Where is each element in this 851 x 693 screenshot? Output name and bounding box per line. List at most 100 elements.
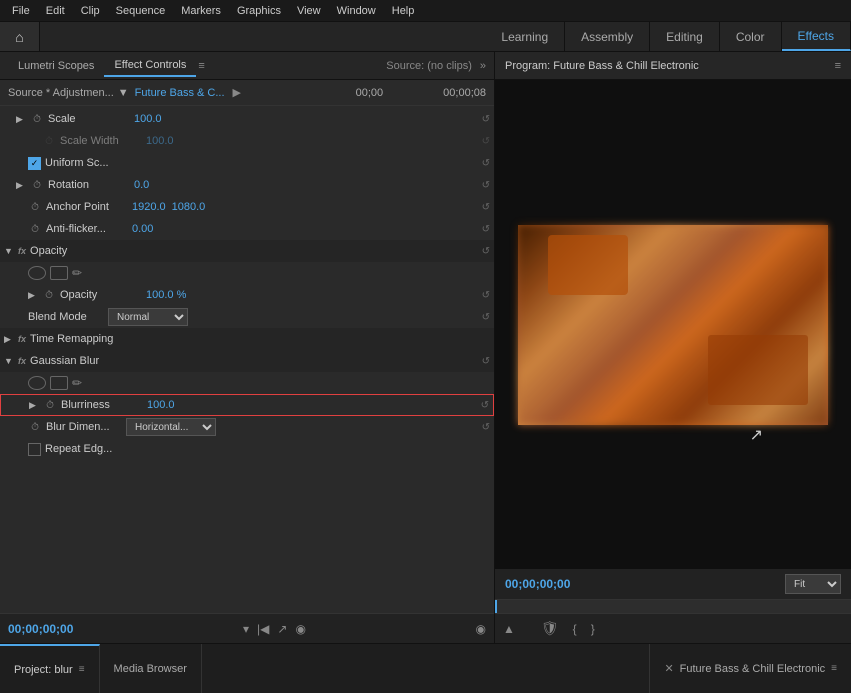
rotation-label: Rotation: [48, 179, 128, 191]
tab-learning[interactable]: Learning: [485, 22, 565, 51]
rect-mask-button[interactable]: [50, 266, 68, 280]
anti-flicker-row[interactable]: ⏱ Anti-flicker... 0.00 ↺: [0, 218, 494, 240]
opacity-value-expand-icon: ▶: [28, 290, 38, 301]
tab-effect-controls[interactable]: Effect Controls: [104, 55, 196, 77]
pen-tool-icon[interactable]: ✏: [72, 266, 82, 280]
tab-effects[interactable]: Effects: [782, 22, 851, 51]
menu-edit[interactable]: Edit: [38, 3, 73, 19]
anchor-stopwatch-icon[interactable]: ⏱: [28, 202, 42, 213]
time-remapping-section[interactable]: ▶ fx Time Remapping: [0, 328, 494, 350]
panel-menu-icon[interactable]: ≡: [198, 60, 204, 72]
menu-help[interactable]: Help: [384, 3, 423, 19]
repeat-edge-row[interactable]: Repeat Edg...: [0, 438, 494, 460]
blur-dimen-select[interactable]: Horizontal... Vertical Horizontal and Ve…: [126, 418, 216, 436]
menu-markers[interactable]: Markers: [173, 3, 229, 19]
export-icon[interactable]: ↗: [277, 622, 287, 636]
opacity-stopwatch-icon[interactable]: ⏱: [42, 290, 56, 301]
opacity-value-row[interactable]: ▶ ⏱ Opacity 100.0 % ↺: [0, 284, 494, 306]
scale-stopwatch-icon[interactable]: ⏱: [30, 114, 44, 125]
anchor-y-value[interactable]: 1080.0: [172, 201, 206, 213]
clip-name[interactable]: Future Bass & C...: [135, 87, 225, 99]
gaussian-blur-section[interactable]: ▼ fx Gaussian Blur ↺: [0, 350, 494, 372]
uniform-scale-checkbox[interactable]: ✓: [28, 157, 41, 170]
blurriness-row[interactable]: ▶ ⏱ Blurriness 100.0 ↺: [0, 394, 494, 416]
future-bass-menu-icon[interactable]: ≡: [831, 663, 837, 674]
menu-view[interactable]: View: [289, 3, 329, 19]
uniform-scale-row[interactable]: ✓ Uniform Sc... ↺: [0, 152, 494, 174]
tab-project-blur[interactable]: Project: blur ≡: [0, 644, 100, 693]
opacity-section-reset-icon[interactable]: ↺: [482, 246, 490, 257]
expand-panel-icon[interactable]: »: [480, 60, 486, 72]
blur-dimensions-row[interactable]: ⏱ Blur Dimen... Horizontal... Vertical H…: [0, 416, 494, 438]
scale-reset-icon[interactable]: ↺: [482, 114, 490, 125]
rotation-value[interactable]: 0.0: [134, 179, 149, 191]
in-point-icon[interactable]: ▲: [503, 622, 515, 636]
gaussian-blur-reset-icon[interactable]: ↺: [482, 356, 490, 367]
rotation-expand-icon: ▶: [16, 180, 26, 191]
timeline-dot-left[interactable]: ◉: [295, 622, 305, 636]
video-preview: [518, 225, 828, 425]
home-button[interactable]: ⌂: [0, 22, 40, 51]
project-blur-menu-icon[interactable]: ≡: [79, 664, 85, 675]
blur-dimen-stopwatch-icon[interactable]: ⏱: [28, 422, 42, 433]
blurriness-value[interactable]: 100.0: [147, 399, 175, 411]
blend-mode-select[interactable]: Normal Dissolve Multiply Screen: [108, 308, 188, 326]
ellipse-mask-button[interactable]: [28, 266, 46, 280]
bracket-left-icon: {: [573, 622, 577, 636]
scale-value[interactable]: 100.0: [134, 113, 162, 125]
rotation-row[interactable]: ▶ ⏱ Rotation 0.0 ↺: [0, 174, 494, 196]
opacity-value[interactable]: 100.0 %: [146, 289, 186, 301]
filter-icon[interactable]: ▾: [243, 622, 249, 636]
gb-ellipse-mask-button[interactable]: [28, 376, 46, 390]
gb-rect-mask-button[interactable]: [50, 376, 68, 390]
anchor-point-row[interactable]: ⏱ Anchor Point 1920.0 1080.0 ↺: [0, 196, 494, 218]
tab-lumetri-scopes[interactable]: Lumetri Scopes: [8, 56, 104, 76]
anti-flicker-label: Anti-flicker...: [46, 223, 126, 235]
tab-future-bass[interactable]: ✕ Future Bass & Chill Electronic ≡: [649, 644, 851, 693]
program-monitor-menu-icon[interactable]: ≡: [835, 60, 841, 72]
tab-color[interactable]: Color: [720, 22, 782, 51]
opacity-section-header[interactable]: ▼ fx Opacity ↺: [0, 240, 494, 262]
tab-editing[interactable]: Editing: [650, 22, 720, 51]
fit-select[interactable]: Fit 25% 50% 75% 100%: [785, 574, 841, 594]
menu-graphics[interactable]: Graphics: [229, 3, 289, 19]
tab-media-browser[interactable]: Media Browser: [100, 644, 202, 693]
anti-flicker-reset-icon[interactable]: ↺: [482, 224, 490, 235]
gb-pen-tool-icon[interactable]: ✏: [72, 376, 82, 390]
scale-width-row[interactable]: ⏱ Scale Width 100.0 ↺: [0, 130, 494, 152]
opacity-reset-icon[interactable]: ↺: [482, 290, 490, 301]
menu-sequence[interactable]: Sequence: [108, 3, 174, 19]
uniform-scale-reset-icon[interactable]: ↺: [482, 158, 490, 169]
menu-clip[interactable]: Clip: [73, 3, 108, 19]
blend-mode-reset-icon[interactable]: ↺: [482, 312, 490, 323]
progress-bar-area[interactable]: [495, 599, 851, 613]
anti-flicker-value[interactable]: 0.00: [132, 223, 153, 235]
blurriness-reset-icon[interactable]: ↺: [481, 400, 489, 411]
expand-arrow-icon[interactable]: ▼: [118, 87, 129, 99]
timeline-dot-right[interactable]: ◉: [476, 622, 486, 636]
scale-row[interactable]: ▶ ⏱ Scale 100.0 ↺: [0, 108, 494, 130]
menu-file[interactable]: File: [4, 3, 38, 19]
anti-flicker-stopwatch-icon[interactable]: ⏱: [28, 224, 42, 235]
rotation-stopwatch-icon[interactable]: ⏱: [30, 180, 44, 191]
prev-keyframe-icon[interactable]: |◀: [257, 622, 269, 636]
gaussian-blur-shape-controls: ✏: [0, 372, 494, 394]
tab-assembly[interactable]: Assembly: [565, 22, 650, 51]
scale-width-reset-icon[interactable]: ↺: [482, 136, 490, 147]
anchor-x-value[interactable]: 1920.0: [132, 201, 166, 213]
close-panel-icon[interactable]: ✕: [664, 662, 673, 675]
repeat-edge-checkbox[interactable]: [28, 443, 41, 456]
anchor-reset-icon[interactable]: ↺: [482, 202, 490, 213]
rotation-reset-icon[interactable]: ↺: [482, 180, 490, 191]
play-button[interactable]: ▶: [233, 86, 241, 99]
left-panel: Lumetri Scopes Effect Controls ≡ Source:…: [0, 52, 495, 643]
opacity-shape-controls: ✏: [0, 262, 494, 284]
video-detail-2: [708, 335, 808, 405]
blend-mode-row[interactable]: Blend Mode Normal Dissolve Multiply Scre…: [0, 306, 494, 328]
menu-window[interactable]: Window: [329, 3, 384, 19]
source-no-clips: Source: (no clips): [386, 60, 472, 72]
workspace-tab-bar: ⌂ Learning Assembly Editing Color Effect…: [0, 22, 851, 52]
gaussian-blur-fx-badge: fx: [18, 356, 26, 366]
blurriness-stopwatch-icon[interactable]: ⏱: [43, 400, 57, 411]
blur-dimen-reset-icon[interactable]: ↺: [482, 422, 490, 433]
